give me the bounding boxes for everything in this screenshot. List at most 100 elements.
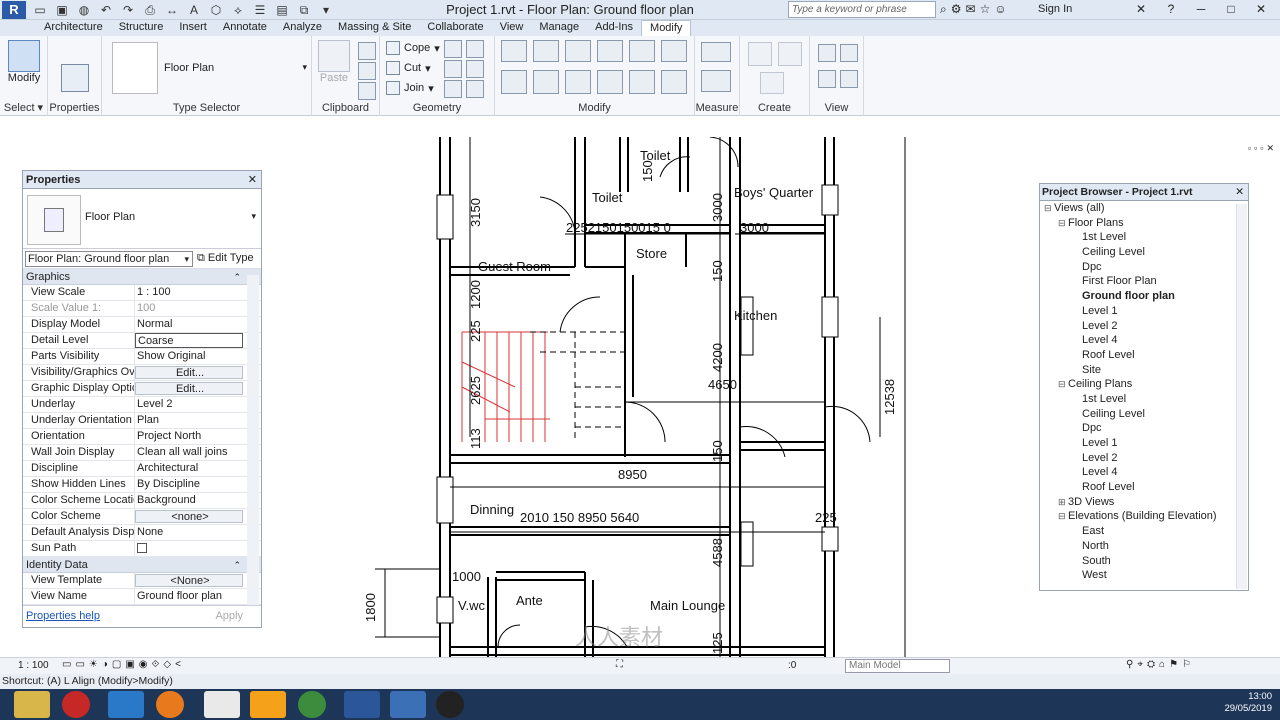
paint-icon[interactable] xyxy=(444,60,462,78)
property-row[interactable]: Orientation Project North xyxy=(23,429,261,445)
browser-node-3d-views[interactable]: ⊞ 3D Views xyxy=(1040,495,1248,510)
browser-node-ceiling-level[interactable]: Ceiling Level xyxy=(1040,407,1248,422)
browser-node-north[interactable]: North xyxy=(1040,539,1248,554)
minimize-button[interactable]: ─ xyxy=(1186,0,1216,18)
property-row[interactable]: Color Scheme Location Background xyxy=(23,493,261,509)
favorites-icon[interactable]: ☆ xyxy=(980,2,991,17)
override-icon[interactable] xyxy=(840,44,858,62)
undo-icon[interactable]: ↶ xyxy=(96,2,116,18)
browser-node-ground-floor-plan[interactable]: Ground floor plan xyxy=(1040,289,1248,304)
property-row[interactable]: Discipline Architectural xyxy=(23,461,261,477)
internet-explorer-icon[interactable] xyxy=(108,691,144,718)
tab-annotate[interactable]: Annotate xyxy=(215,20,275,36)
qat-dropdown-icon[interactable]: ▾ xyxy=(316,2,336,18)
rotate-icon[interactable] xyxy=(565,70,591,94)
properties-scrollbar[interactable] xyxy=(247,275,259,605)
split-icon[interactable] xyxy=(629,40,655,62)
expand-toggle-icon[interactable]: ⊟ xyxy=(1058,509,1068,524)
section-icon[interactable]: ⟡ xyxy=(228,2,248,18)
properties-button[interactable] xyxy=(58,64,92,92)
browser-node-site[interactable]: Site xyxy=(1040,363,1248,378)
property-value[interactable]: <none> xyxy=(135,510,243,523)
expand-toggle-icon[interactable]: ⊟ xyxy=(1058,377,1068,392)
3d-view-icon[interactable]: ⬡ xyxy=(206,2,226,18)
property-row[interactable]: View Scale 1 : 100 xyxy=(23,285,261,301)
scale-icon[interactable] xyxy=(661,70,687,94)
mirror-line-icon[interactable] xyxy=(597,40,623,62)
property-value[interactable]: Plan xyxy=(135,413,243,428)
browser-node-level-2[interactable]: Level 2 xyxy=(1040,451,1248,466)
browser-node-1st-level[interactable]: 1st Level xyxy=(1040,230,1248,245)
property-row[interactable]: Detail Level Coarse xyxy=(23,333,261,349)
obs-icon[interactable] xyxy=(436,691,464,718)
join-button[interactable]: Join ▾ xyxy=(386,79,434,97)
property-value[interactable]: 100 xyxy=(135,301,243,316)
view-close-icon[interactable]: ✕ xyxy=(1266,143,1274,154)
category-identity-data[interactable]: Identity Data ⌃ xyxy=(23,557,261,573)
property-row[interactable]: View Template <None> xyxy=(23,573,261,589)
browser-node-first-floor-plan[interactable]: First Floor Plan xyxy=(1040,274,1248,289)
browser-node-ceiling-level[interactable]: Ceiling Level xyxy=(1040,245,1248,260)
tab-analyze[interactable]: Analyze xyxy=(275,20,330,36)
tab-collaborate[interactable]: Collaborate xyxy=(419,20,491,36)
sync-icon[interactable]: ◍ xyxy=(74,2,94,18)
cope-button[interactable]: Cope ▾ xyxy=(386,39,440,57)
browser-node-level-4[interactable]: Level 4 xyxy=(1040,333,1248,348)
offset-icon[interactable] xyxy=(533,40,559,62)
property-value[interactable]: None xyxy=(135,525,243,540)
move-icon[interactable] xyxy=(501,70,527,94)
chrome-icon[interactable] xyxy=(298,691,326,718)
videoplayer-icon[interactable] xyxy=(250,691,286,718)
sign-in-button[interactable]: Sign In xyxy=(1038,3,1072,15)
align-icon[interactable] xyxy=(501,40,527,62)
create-parts-icon[interactable] xyxy=(778,42,802,66)
split-gap-icon[interactable] xyxy=(661,40,687,62)
property-row[interactable]: Scale Value 1: 100 xyxy=(23,301,261,317)
property-row[interactable]: Visibility/Graphics Ov... Edit... xyxy=(23,365,261,381)
linework-icon[interactable] xyxy=(818,70,836,88)
property-value[interactable]: Show Original xyxy=(135,349,243,364)
modify-button[interactable]: Modify xyxy=(5,40,43,84)
property-row[interactable]: Color Scheme <none> xyxy=(23,509,261,525)
view-maximize-icon[interactable]: ▫ xyxy=(1260,143,1263,154)
word-icon[interactable] xyxy=(344,691,380,718)
expand-toggle-icon[interactable]: ⊟ xyxy=(1058,216,1068,231)
browser-node-level-1[interactable]: Level 1 xyxy=(1040,436,1248,451)
wall-joins-icon[interactable] xyxy=(444,40,462,58)
view-scale-button[interactable]: 1 : 100 xyxy=(18,660,49,671)
category-graphics[interactable]: Graphics ⌃ xyxy=(23,269,261,285)
property-row[interactable]: Sun Path xyxy=(23,541,261,557)
property-value[interactable]: Architectural xyxy=(135,461,243,476)
open-icon[interactable]: ▭ xyxy=(30,2,50,18)
property-row[interactable]: Wall Join Display Clean all wall joins xyxy=(23,445,261,461)
redo-icon[interactable]: ↷ xyxy=(118,2,138,18)
close-hidden-icon[interactable]: ▤ xyxy=(272,2,292,18)
user-icon[interactable]: ☺ xyxy=(994,2,1006,17)
property-row[interactable]: Display Model Normal xyxy=(23,317,261,333)
close-button[interactable]: ✕ xyxy=(1246,0,1276,18)
measure-icon[interactable]: ↔ xyxy=(162,2,182,18)
property-row[interactable]: View Name Ground floor plan xyxy=(23,589,261,605)
property-row[interactable]: Underlay Level 2 xyxy=(23,397,261,413)
properties-type-selector[interactable]: Floor Plan ▾ xyxy=(23,189,261,249)
dimension-icon[interactable] xyxy=(701,70,731,92)
browser-node-1st-level[interactable]: 1st Level xyxy=(1040,392,1248,407)
paste-button[interactable]: Paste xyxy=(318,40,350,84)
array-icon[interactable] xyxy=(629,70,655,94)
property-value[interactable]: Background xyxy=(135,493,243,508)
browser-node-west[interactable]: West xyxy=(1040,568,1248,583)
property-value[interactable]: Project North xyxy=(135,429,243,444)
copy-element-icon[interactable] xyxy=(533,70,559,94)
demolish-icon[interactable] xyxy=(466,60,484,78)
opera-icon[interactable] xyxy=(62,691,90,718)
create-group-icon[interactable] xyxy=(760,72,784,94)
property-row[interactable]: Underlay Orientation Plan xyxy=(23,413,261,429)
view-control-icons[interactable]: ▭▭☀◑▢▣◉⟐◇< xyxy=(62,659,185,670)
help-icon[interactable]: ? xyxy=(1156,0,1186,18)
property-value[interactable]: Edit... xyxy=(135,366,243,379)
line-style-icon[interactable] xyxy=(840,70,858,88)
properties-close-icon[interactable]: ✕ xyxy=(248,171,257,189)
browser-node-level-2[interactable]: Level 2 xyxy=(1040,319,1248,334)
project-browser-scrollbar[interactable] xyxy=(1236,204,1247,589)
binoculars-icon[interactable]: ⌕ xyxy=(940,2,947,17)
